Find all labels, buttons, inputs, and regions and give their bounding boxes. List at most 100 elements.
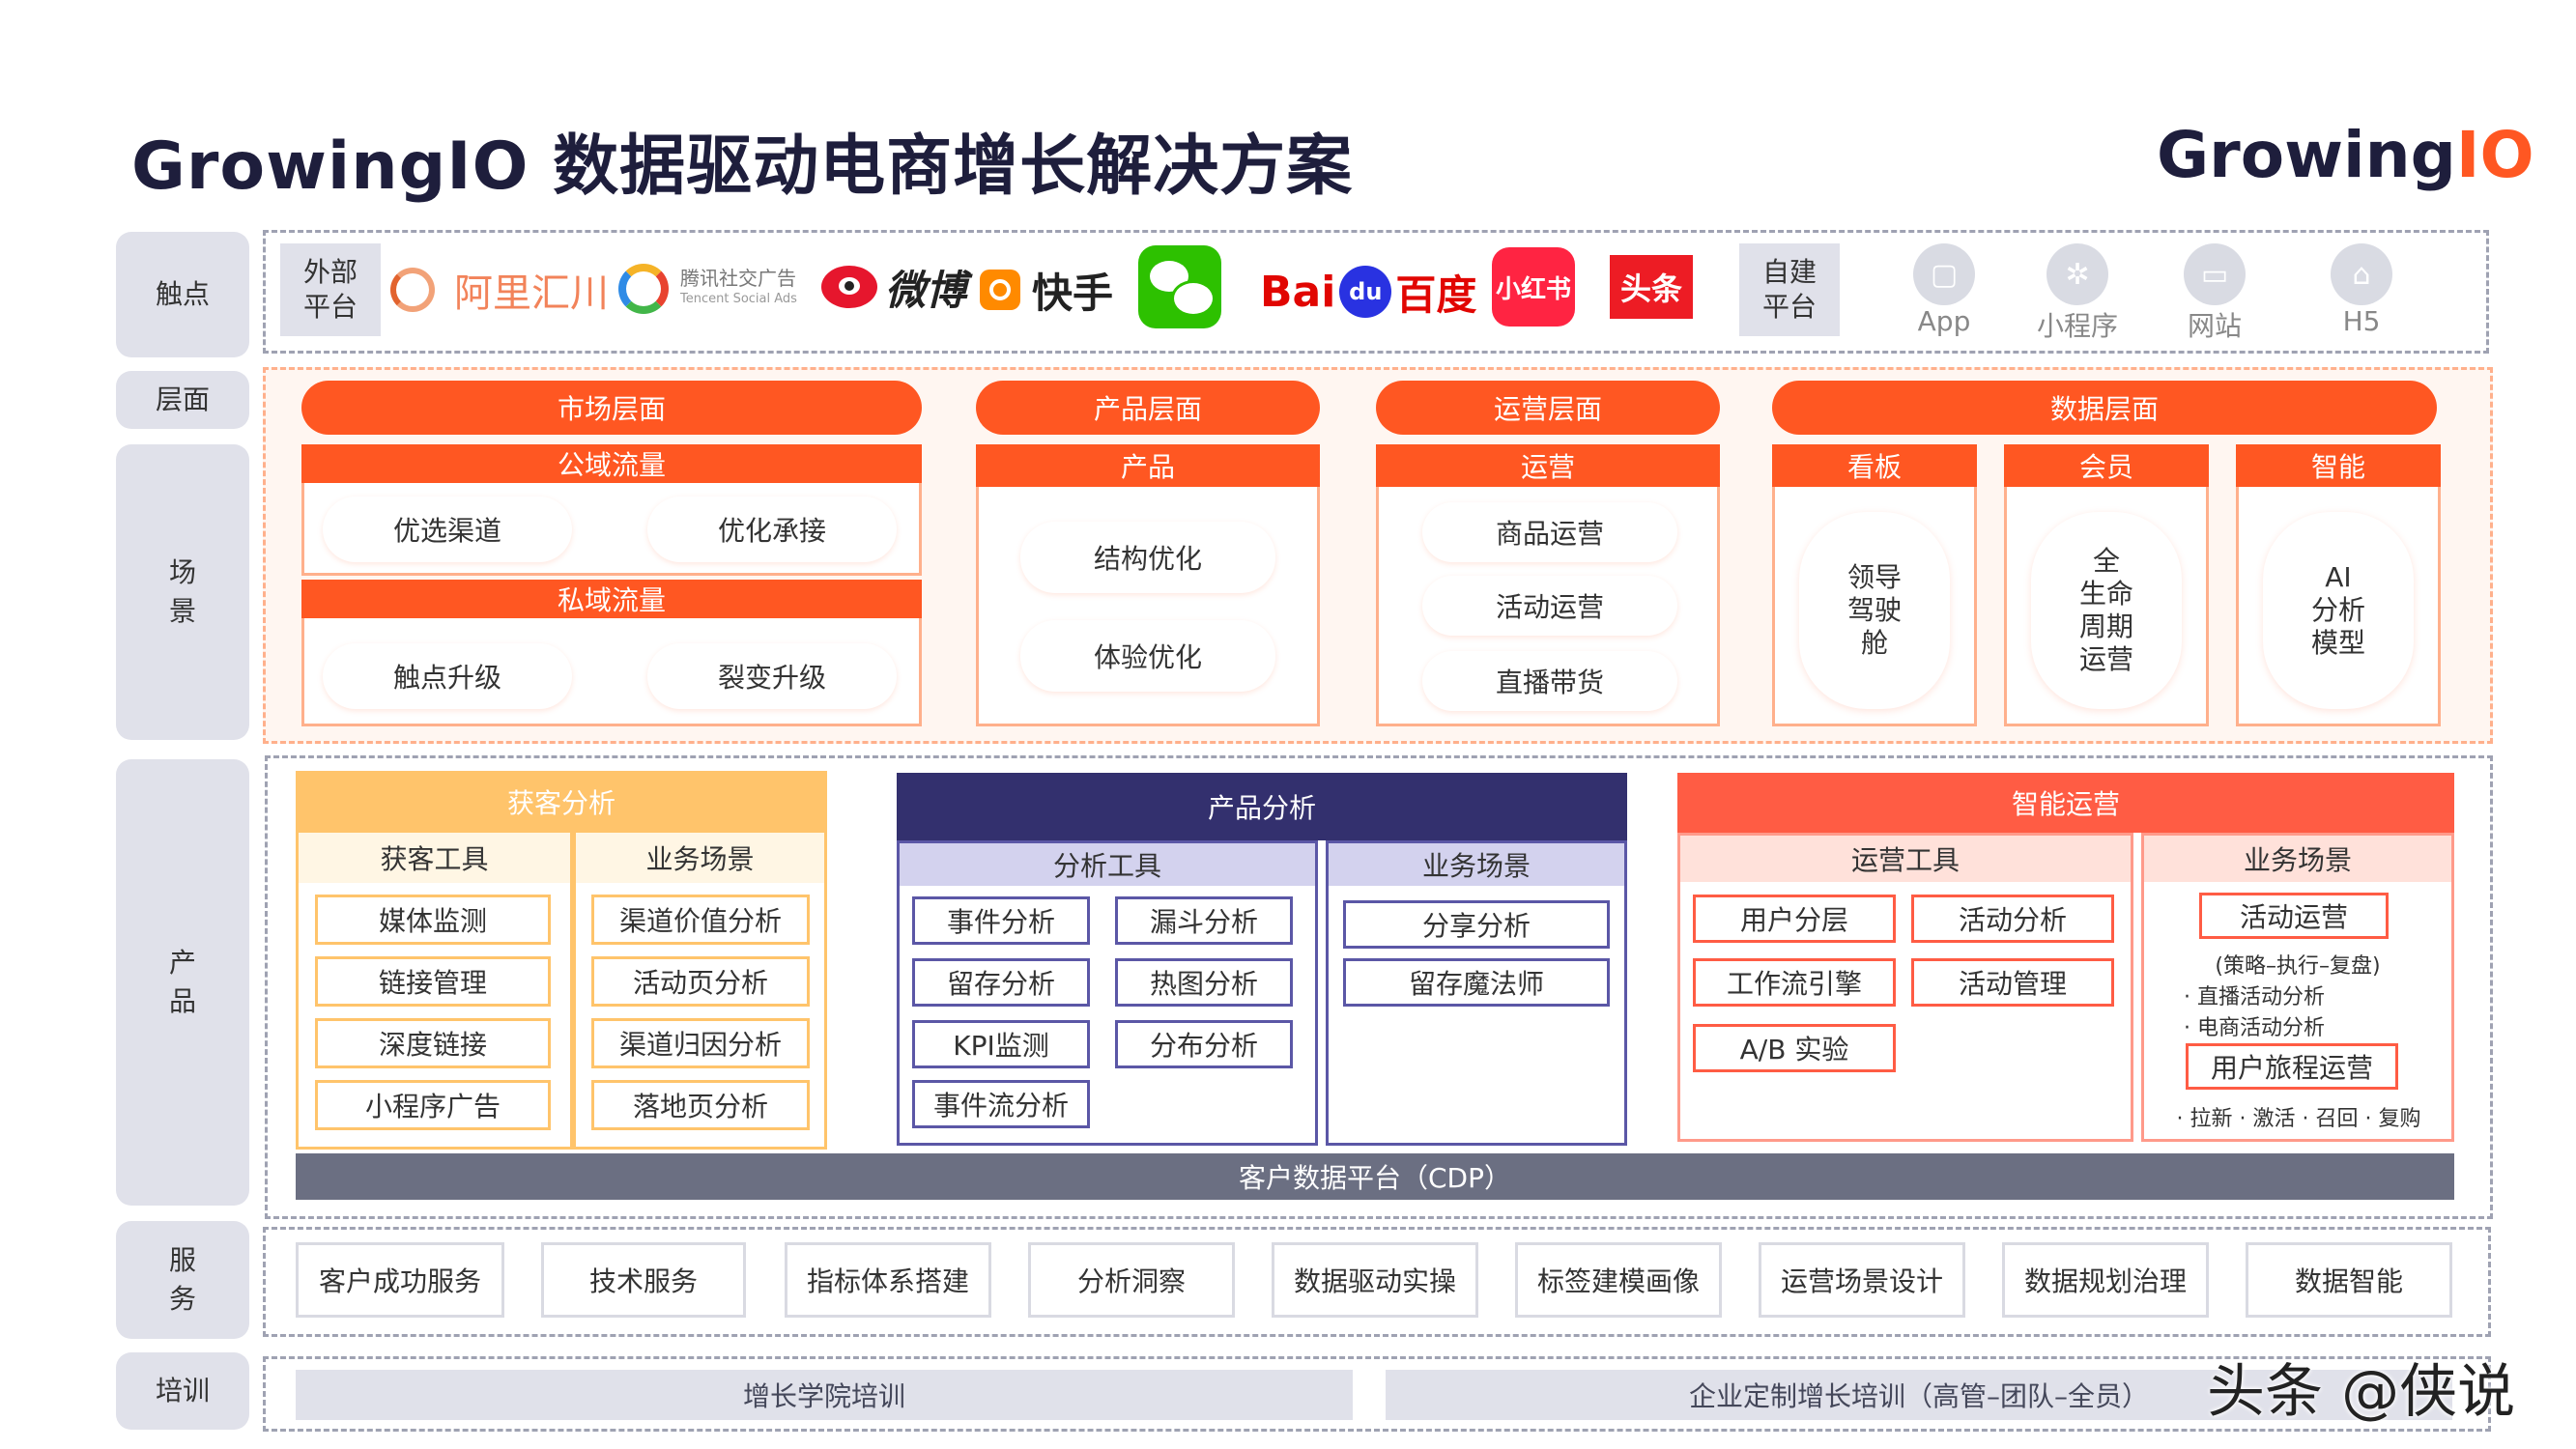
product-scenes-header: 业务场景 bbox=[1329, 843, 1624, 886]
smart-scene-note: (策略–执行–复盘) bbox=[2215, 954, 2381, 979]
service-item: 分析洞察 bbox=[1028, 1242, 1235, 1318]
smart-tool-item: 活动管理 bbox=[1911, 958, 2114, 1007]
product-tool-item: 分布分析 bbox=[1115, 1020, 1293, 1068]
website-label: 网站 bbox=[2187, 310, 2242, 342]
scene-item: 优化承接 bbox=[647, 497, 897, 562]
service-item: 指标体系搭建 bbox=[785, 1242, 991, 1318]
data-col-body: 领导 驾驶 舱 bbox=[1799, 512, 1950, 709]
row-label-layer: 层面 bbox=[116, 371, 249, 429]
smart-tool-item: 活动分析 bbox=[1911, 895, 2114, 943]
ali-brand-text: 阿里汇川 bbox=[454, 271, 609, 316]
tencent-brand-text: 腾讯社交广告 bbox=[680, 267, 796, 290]
smart-scene-item: 活动运营 bbox=[2199, 893, 2389, 939]
row-label-service: 服 务 bbox=[116, 1221, 249, 1339]
scene-item: 结构优化 bbox=[1020, 522, 1275, 593]
product-scene-item: 留存魔法师 bbox=[1343, 958, 1610, 1007]
product-tool-item: KPI监测 bbox=[912, 1020, 1090, 1068]
baidu-text-bai: Bai bbox=[1260, 267, 1336, 317]
smart-ops-header: 智能运营 bbox=[1677, 773, 2454, 833]
smart-tools-header: 运营工具 bbox=[1680, 836, 2131, 882]
acq-tool-item: 深度链接 bbox=[315, 1018, 551, 1068]
public-traffic-header: 公域流量 bbox=[301, 444, 922, 483]
smart-scene-bullet: · 直播活动分析 bbox=[2184, 985, 2325, 1009]
data-col-body: 全 生命 周期 运营 bbox=[2031, 512, 2182, 709]
product-scene-item: 分享分析 bbox=[1343, 900, 1610, 949]
acq-tool-item: 媒体监测 bbox=[315, 895, 551, 945]
weibo-eye-icon bbox=[821, 266, 877, 308]
app-label: App bbox=[1917, 305, 1971, 337]
service-item: 数据规划治理 bbox=[2002, 1242, 2209, 1318]
growingio-logo: GrowingIO bbox=[2157, 118, 2534, 192]
ali-spiral-icon bbox=[390, 268, 435, 312]
service-item: 数据驱动实操 bbox=[1272, 1242, 1478, 1318]
scene-item: 商品运营 bbox=[1422, 502, 1677, 562]
h5-label: H5 bbox=[2342, 305, 2381, 337]
scene-item: 裂变升级 bbox=[647, 643, 897, 709]
acq-scene-item: 落地页分析 bbox=[591, 1080, 810, 1130]
tencent-brand-subtext: Tencent Social Ads bbox=[680, 292, 797, 306]
kuaishou-brand: 快手 bbox=[980, 259, 1113, 321]
scene-item: 活动运营 bbox=[1422, 576, 1677, 636]
acq-scenes-header: 业务场景 bbox=[576, 833, 824, 883]
product-analysis-header: 产品分析 bbox=[897, 773, 1627, 840]
ops-layer-header: 运营层面 bbox=[1376, 381, 1720, 435]
data-col-header: 看板 bbox=[1772, 444, 1977, 487]
scene-item: 触点升级 bbox=[323, 643, 572, 709]
weibo-brand: 微博 bbox=[821, 255, 966, 319]
service-item: 标签建模画像 bbox=[1515, 1242, 1722, 1318]
smart-scenes-header: 业务场景 bbox=[2144, 836, 2451, 882]
baidu-text-cn: 百度 bbox=[1395, 270, 1477, 319]
data-layer-header: 数据层面 bbox=[1772, 381, 2437, 435]
cdp-bar: 客户数据平台（CDP） bbox=[296, 1153, 2454, 1200]
scene-item: 体验优化 bbox=[1020, 620, 1275, 692]
acq-tools-header: 获客工具 bbox=[299, 833, 570, 883]
external-platform-label: 外部 平台 bbox=[280, 243, 381, 336]
row-label-scene: 场 景 bbox=[116, 444, 249, 740]
smart-tool-item: A/B 实验 bbox=[1693, 1024, 1896, 1072]
data-col-header: 智能 bbox=[2236, 444, 2441, 487]
miniprogram-touchpoint: ✲ 小程序 bbox=[2016, 243, 2139, 344]
smart-scene-note: · 拉新 · 激活 · 召回 · 复购 bbox=[2176, 1107, 2421, 1131]
acq-tool-item: 小程序广告 bbox=[315, 1080, 551, 1130]
product-tool-item: 事件流分析 bbox=[912, 1080, 1090, 1128]
self-platform-label: 自建 平台 bbox=[1739, 243, 1840, 336]
service-item: 客户成功服务 bbox=[296, 1242, 504, 1318]
scene-item: 优选渠道 bbox=[323, 497, 572, 562]
product-layer-header: 产品层面 bbox=[976, 381, 1320, 435]
product-tool-item: 漏斗分析 bbox=[1115, 896, 1293, 945]
miniprogram-label: 小程序 bbox=[2036, 310, 2118, 342]
tencent-brand: 腾讯社交广告 Tencent Social Ads bbox=[618, 257, 797, 321]
h5-icon: ⌂ bbox=[2331, 243, 2392, 305]
page-title: GrowingIO 数据驱动电商增长解决方案 bbox=[131, 128, 1354, 205]
service-item: 运营场景设计 bbox=[1759, 1242, 1965, 1318]
h5-touchpoint: ⌂ H5 bbox=[2300, 243, 2423, 344]
ops-layer-subheader: 运营 bbox=[1376, 444, 1720, 487]
kuaishou-camera-icon bbox=[980, 270, 1020, 310]
tencent-swirl-icon bbox=[618, 264, 669, 314]
data-col-body: AI 分析 模型 bbox=[2263, 512, 2414, 709]
service-item: 技术服务 bbox=[541, 1242, 746, 1318]
data-col-header: 会员 bbox=[2004, 444, 2209, 487]
product-tool-item: 留存分析 bbox=[912, 958, 1090, 1007]
website-touchpoint: ▭ 网站 bbox=[2153, 243, 2276, 344]
row-label-product: 产 品 bbox=[116, 759, 249, 1206]
smart-tool-item: 用户分层 bbox=[1693, 895, 1896, 943]
row-label-training: 培训 bbox=[116, 1352, 249, 1430]
phone-icon: ▢ bbox=[1913, 243, 1975, 305]
logo-text: Growing bbox=[2157, 118, 2456, 192]
private-traffic-header: 私域流量 bbox=[301, 580, 922, 618]
weibo-brand-text: 微博 bbox=[885, 266, 967, 314]
service-item: 数据智能 bbox=[2246, 1242, 2452, 1318]
toutiao-icon: 头条 bbox=[1610, 255, 1693, 319]
acq-scene-item: 渠道归因分析 bbox=[591, 1018, 810, 1068]
acq-analysis-header: 获客分析 bbox=[296, 771, 827, 833]
product-tool-item: 热图分析 bbox=[1115, 958, 1293, 1007]
acq-tool-item: 链接管理 bbox=[315, 956, 551, 1007]
training-item: 增长学院培训 bbox=[296, 1370, 1353, 1420]
product-layer-subheader: 产品 bbox=[976, 444, 1320, 487]
app-touchpoint: ▢ App bbox=[1882, 243, 2006, 344]
logo-accent: IO bbox=[2455, 118, 2534, 192]
acq-scene-item: 活动页分析 bbox=[591, 956, 810, 1007]
kuaishou-brand-text: 快手 bbox=[1032, 269, 1114, 317]
market-layer-header: 市场层面 bbox=[301, 381, 922, 435]
